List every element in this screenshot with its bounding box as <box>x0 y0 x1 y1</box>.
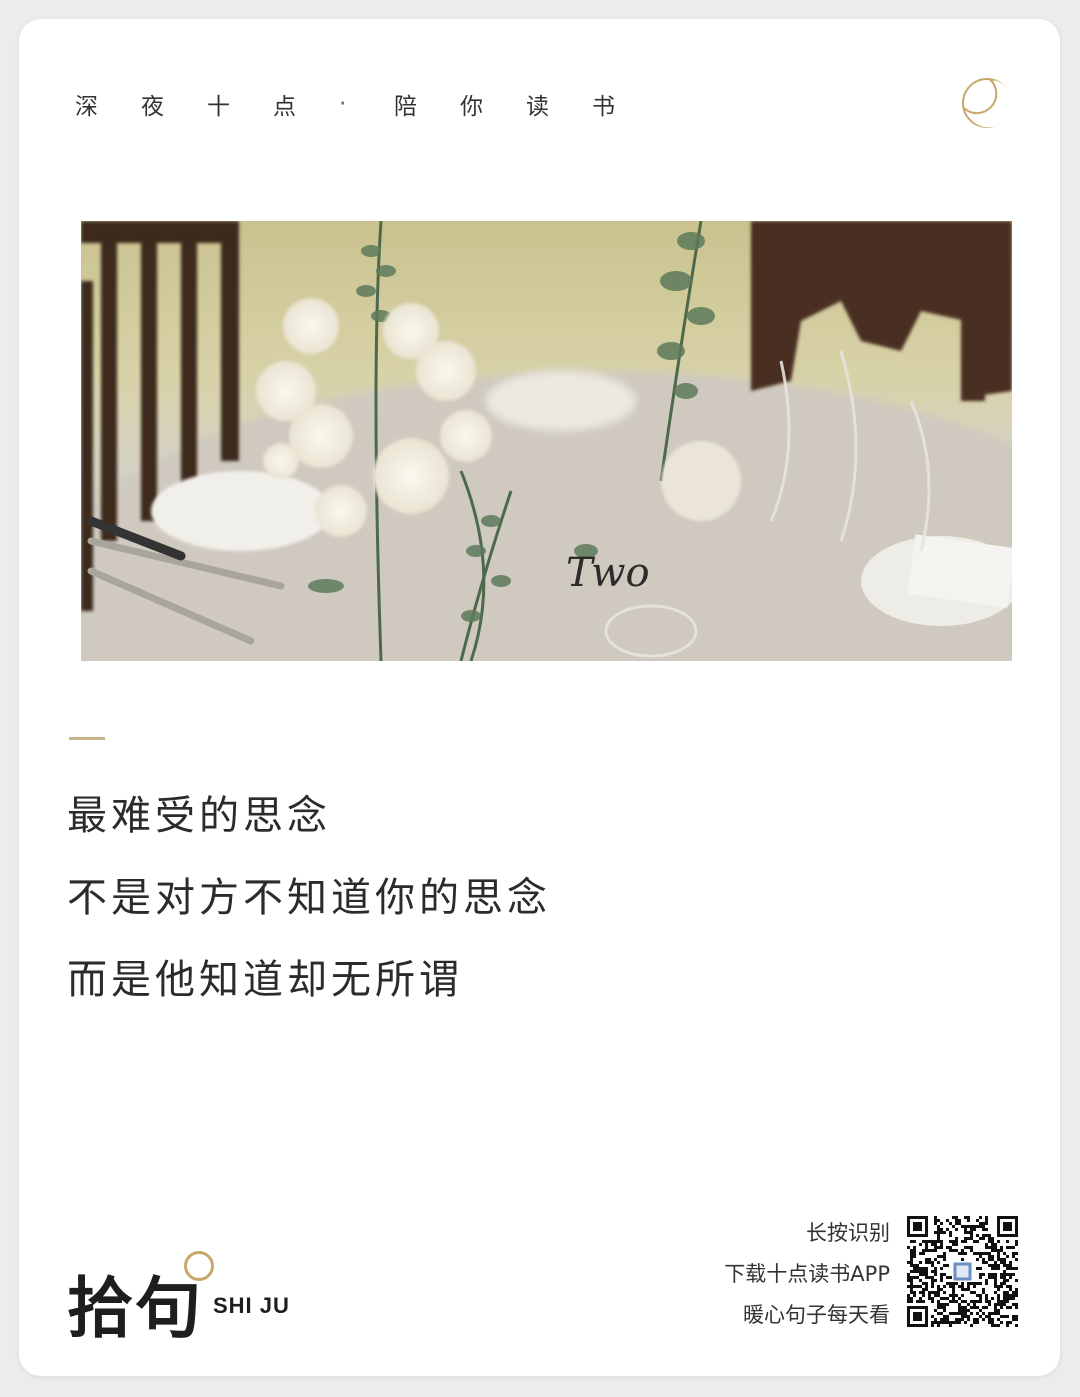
header-separator: · <box>339 91 347 117</box>
promo-line: 暖心句子每天看 <box>743 1303 890 1327</box>
brand-ring-icon <box>184 1251 214 1281</box>
quote-text: 最难受的思念 不是对方不知道你的思念 而是他知道却无所谓 <box>67 785 551 1031</box>
accent-divider <box>69 737 105 740</box>
quote-line: 最难受的思念 <box>67 793 331 839</box>
header-char: 书 <box>592 94 615 120</box>
header-char: 十 <box>207 94 230 120</box>
header-slogan: 深 夜 十 点 · 陪 你 读 书 <box>75 87 658 121</box>
promo-line: 长按识别 <box>806 1221 890 1245</box>
quote-line: 而是他知道却无所谓 <box>67 957 463 1003</box>
brand-logo: 拾句 SHI JU <box>67 1237 327 1347</box>
app-promo: 长按识别 下载十点读书APP 暖心句子每天看 <box>724 1213 890 1336</box>
header-char: 深 <box>75 94 98 120</box>
header-char: 点 <box>273 94 296 120</box>
table-number-placard: Two <box>566 550 650 596</box>
quote-line: 不是对方不知道你的思念 <box>67 875 551 921</box>
header-char: 陪 <box>394 94 417 120</box>
brand-name-cn: 拾句 <box>67 1270 203 1347</box>
header-char: 你 <box>460 94 483 120</box>
quote-card: 深 夜 十 点 · 陪 你 读 书 Two 最难受的思念 不是对方不知道你的思念… <box>19 19 1060 1376</box>
header-char: 夜 <box>141 94 164 120</box>
header-char: 读 <box>526 94 549 120</box>
brand-name-en: SHI JU <box>213 1293 290 1318</box>
qr-code-icon[interactable] <box>907 1216 1018 1327</box>
table-flowers-photo: Two <box>81 221 1012 661</box>
promo-line: 下载十点读书APP <box>724 1262 890 1286</box>
crescent-moon-icon <box>957 73 1017 133</box>
